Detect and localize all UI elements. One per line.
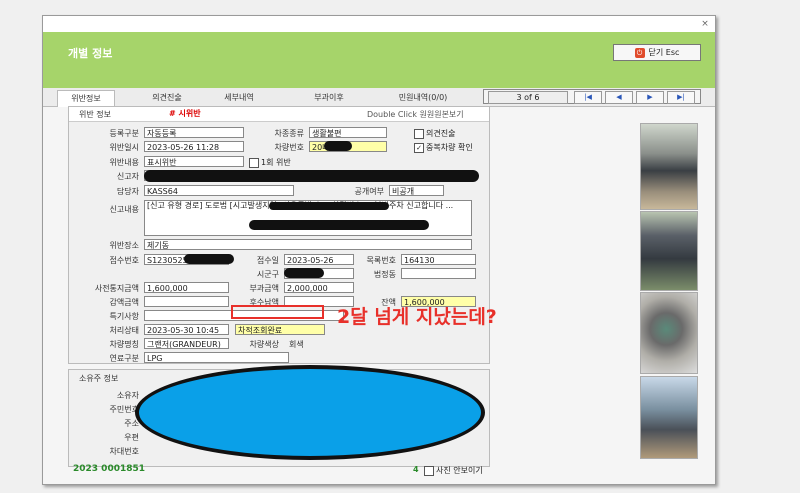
prev-record-button[interactable]: ◀ xyxy=(605,91,633,104)
public-field[interactable]: 비공개 xyxy=(389,185,444,196)
owner-redaction-ellipse xyxy=(135,365,485,460)
opinion-checkbox-label: 의견진술 xyxy=(426,129,456,138)
redaction-plate xyxy=(324,141,352,151)
car-type-field[interactable]: 생활불편 xyxy=(309,127,387,138)
redaction-content-1 xyxy=(269,202,389,210)
first-record-button[interactable]: |◀ xyxy=(574,91,602,104)
photo-thumbnail-3[interactable] xyxy=(640,292,698,374)
last-record-button[interactable]: ▶| xyxy=(667,91,695,104)
photo-thumbnail-2[interactable] xyxy=(640,211,698,291)
double-click-hint: Double Click 원원원본보기 xyxy=(367,110,464,119)
location-field[interactable]: 제기동 xyxy=(144,239,472,250)
opinion-box xyxy=(414,128,424,139)
exit-icon: ⏻ xyxy=(634,47,645,58)
annotation-text: 2달 넘게 지났는데? xyxy=(337,306,497,328)
model-field[interactable]: 그랜저(GRANDEUR) xyxy=(144,338,229,349)
registration-no-label: 목록번호 xyxy=(366,256,396,265)
next-record-button[interactable]: ▶ xyxy=(636,91,664,104)
content-label: 위반내용 xyxy=(109,158,139,167)
district-label: 시군구 xyxy=(256,270,279,279)
owner-label-2: 주소 xyxy=(124,419,139,428)
special-label: 특기사항 xyxy=(109,312,139,321)
violation-alert: # 시위반 xyxy=(169,109,201,118)
record-number: 2023 0001851 xyxy=(73,464,146,474)
photo-thumbnail-1[interactable] xyxy=(640,123,698,210)
close-button-label: 닫기 Esc xyxy=(648,48,680,57)
photo-count: 4 xyxy=(413,465,419,474)
status-datetime-field[interactable]: 2023-05-30 10:45 xyxy=(144,324,229,335)
tab-complaints[interactable]: 민원내역(0/0) xyxy=(383,90,463,106)
officer-field[interactable]: KASS64 xyxy=(144,185,294,196)
violation-panel-header: 위반 정보 # 시위반 Double Click 원원원본보기 xyxy=(69,107,489,122)
receipt-date-label: 접수일 xyxy=(256,256,279,265)
window-close-icon[interactable]: × xyxy=(699,18,711,30)
datetime-label: 위반일시 xyxy=(109,143,139,152)
one-violation-label: 1회 위반 xyxy=(261,158,291,167)
tab-opinion[interactable]: 의견진술 xyxy=(139,90,195,106)
reduced-field[interactable] xyxy=(144,296,229,307)
reg-type-field[interactable]: 자동등록 xyxy=(144,127,244,138)
reg-type-label: 등록구분 xyxy=(109,129,139,138)
prior-amount-field[interactable]: 1,600,000 xyxy=(144,282,229,293)
header-bar: 개별 정보 ⏻ 닫기 Esc xyxy=(43,32,715,88)
location-label: 위반장소 xyxy=(109,241,139,250)
reduced-label: 감액금액 xyxy=(109,298,139,307)
legal-dong-label: 법정동 xyxy=(373,270,396,279)
color-value: 회색 xyxy=(289,340,304,349)
report-content-label: 신고내용 xyxy=(109,205,139,214)
prior-amount-label: 사전통지금액 xyxy=(94,284,139,293)
one-violation-box xyxy=(249,157,259,168)
annotation-highlight-box xyxy=(231,305,324,319)
repeat-vehicle-checkbox[interactable]: ✓ 중복차량 확인 xyxy=(414,142,473,153)
redaction-district xyxy=(284,268,324,278)
tab-details[interactable]: 세부내역 xyxy=(211,90,267,106)
public-label: 공개여부 xyxy=(354,187,384,196)
photo-thumbnails xyxy=(640,107,698,477)
owner-label-4: 차대번호 xyxy=(109,447,139,456)
record-position: 3 of 6 xyxy=(488,91,568,104)
color-label: 차량색상 xyxy=(249,340,279,349)
opinion-checkbox[interactable]: 의견진술 xyxy=(414,128,455,139)
close-esc-button[interactable]: ⏻ 닫기 Esc xyxy=(613,44,701,61)
legal-dong-field[interactable] xyxy=(401,268,476,279)
fine-label: 부과금액 xyxy=(249,284,279,293)
receipt-no-label: 접수번호 xyxy=(109,256,139,265)
officer-label: 담당자 xyxy=(116,187,139,196)
one-violation-checkbox[interactable]: 1회 위반 xyxy=(249,157,291,168)
photo-thumbnail-4[interactable] xyxy=(640,376,698,459)
fuel-label: 연료구분 xyxy=(109,354,139,363)
window-titlebar: × xyxy=(43,16,715,32)
hide-photos-checkbox[interactable]: 사진 안보이기 xyxy=(424,465,483,476)
tab-bar: 위반정보 의견진술 세부내역 부과이후 민원내역(0/0) 3 of 6 |◀ … xyxy=(43,88,715,107)
model-label: 차량명칭 xyxy=(109,340,139,349)
owner-label-3: 우편 xyxy=(124,433,139,442)
redaction-receipt xyxy=(184,254,234,264)
status-badge-field[interactable]: 차적조회완료 xyxy=(235,324,325,335)
registration-no-field[interactable]: 164130 xyxy=(401,254,476,265)
owner-section-title: 소유주 정보 xyxy=(79,374,119,383)
owner-label-1: 주민번호 xyxy=(109,405,139,414)
fuel-field[interactable]: LPG xyxy=(144,352,289,363)
reporter-label: 신고자 xyxy=(116,172,139,181)
window-title: 개별 정보 xyxy=(68,47,113,60)
hide-photos-box xyxy=(424,465,434,476)
record-navigator: 3 of 6 |◀ ◀ ▶ ▶| xyxy=(483,89,701,104)
tab-violation-info[interactable]: 위반정보 xyxy=(57,90,115,107)
plate-label: 차량번호 xyxy=(274,143,304,152)
content-field[interactable]: 표시위반 xyxy=(144,156,244,167)
redaction-reporter xyxy=(144,170,479,182)
status-label: 처리상태 xyxy=(109,326,139,335)
datetime-field[interactable]: 2023-05-26 11:28 xyxy=(144,141,244,152)
car-type-label: 차종종류 xyxy=(274,129,304,138)
hide-photos-label: 사진 안보이기 xyxy=(436,466,483,475)
violation-section-title: 위반 정보 xyxy=(79,110,111,119)
owner-label-0: 소유자 xyxy=(116,391,139,400)
tab-after-charge[interactable]: 부과이후 xyxy=(301,90,357,106)
repeat-vehicle-box: ✓ xyxy=(414,142,424,153)
repeat-vehicle-label: 중복차량 확인 xyxy=(426,143,473,152)
fine-field[interactable]: 2,000,000 xyxy=(284,282,354,293)
redaction-content-2 xyxy=(249,220,429,230)
